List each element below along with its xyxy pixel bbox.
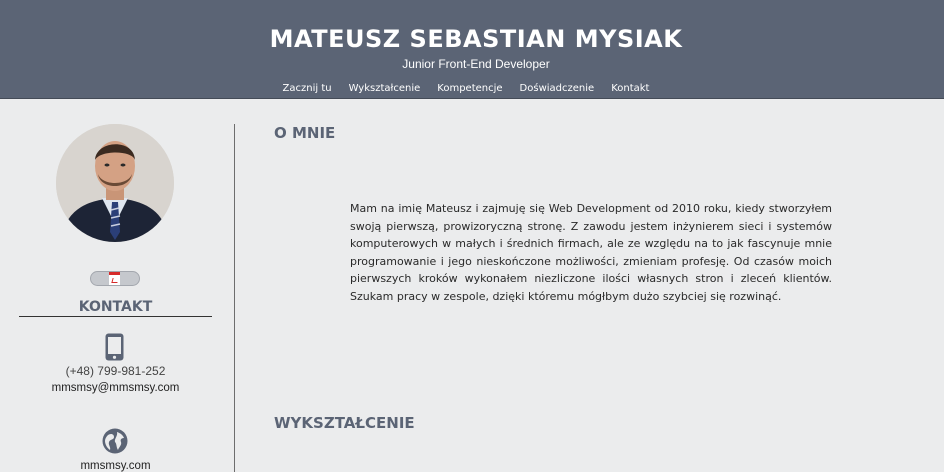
sidebar-divider bbox=[234, 124, 235, 472]
download-cv-button[interactable] bbox=[90, 271, 140, 286]
nav-link-education[interactable]: Wykształcenie bbox=[349, 83, 421, 94]
phone-number[interactable]: (+48) 799-981-252 bbox=[19, 364, 212, 378]
nav-link-experience[interactable]: Doświadczenie bbox=[520, 83, 595, 94]
globe-icon bbox=[102, 428, 128, 454]
education-heading: WYKSZTAŁCENIE bbox=[274, 414, 415, 432]
about-heading: O MNIE bbox=[274, 124, 336, 142]
page-title: MATEUSZ SEBASTIAN MYSIAK bbox=[269, 25, 683, 53]
page-header: MATEUSZ SEBASTIAN MYSIAK Junior Front-En… bbox=[0, 0, 944, 99]
email-link[interactable]: mmsmsy@mmsmsy.com bbox=[19, 382, 212, 394]
main-nav: Zacznij tu Wykształcenie Kompetencje Doś… bbox=[0, 83, 932, 94]
contact-heading: KONTAKT bbox=[78, 299, 153, 315]
pdf-icon bbox=[109, 272, 120, 285]
phone-icon bbox=[105, 333, 124, 361]
contact-divider bbox=[19, 316, 212, 317]
nav-link-start[interactable]: Zacznij tu bbox=[283, 83, 332, 94]
website-link[interactable]: mmsmsy.com bbox=[19, 460, 212, 472]
job-subtitle: Junior Front-End Developer bbox=[402, 57, 550, 71]
about-paragraph: Mam na imię Mateusz i zajmuję się Web De… bbox=[350, 202, 832, 303]
profile-photo bbox=[56, 124, 174, 242]
nav-link-skills[interactable]: Kompetencje bbox=[437, 83, 502, 94]
nav-link-contact[interactable]: Kontakt bbox=[611, 83, 649, 94]
